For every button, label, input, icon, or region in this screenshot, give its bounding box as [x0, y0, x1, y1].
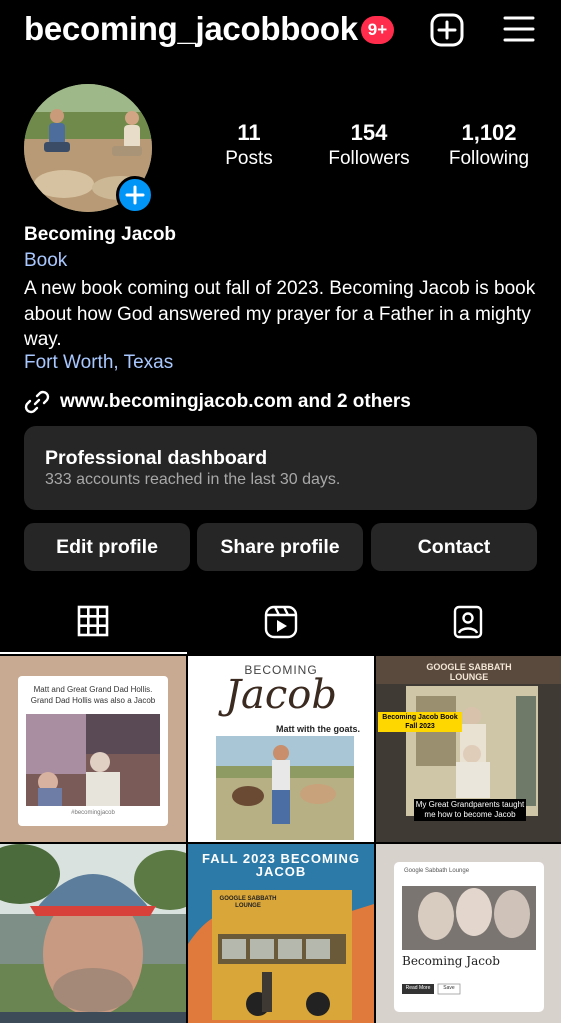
notification-badge[interactable]: 9+ [361, 16, 394, 44]
website-link-text: www.becomingjacob.com and 2 others [60, 391, 411, 412]
username-switcher[interactable]: becoming_jacobbook [24, 10, 358, 48]
category-label: Book [24, 250, 68, 271]
post-thumbnail-1[interactable]: Matt and Great Grand Dad Hollis. Grand D… [0, 656, 186, 842]
reels-icon [264, 605, 298, 639]
dashboard-subtitle: 333 accounts reached in the last 30 days… [45, 471, 341, 488]
bio-text: A new book coming out fall of 2023. Beco… [24, 278, 536, 350]
active-tab-indicator [0, 652, 187, 654]
professional-dashboard[interactable]: Professional dashboard 333 accounts reac… [24, 426, 537, 510]
post-thumbnail-4[interactable] [0, 844, 186, 1023]
post-6-btn2: Save [443, 985, 455, 991]
post-1-tag: #becomingjacob [71, 810, 115, 816]
post-6-title: Becoming Jacob [402, 954, 500, 968]
posts-grid: Matt and Great Grand Dad Hollis. Grand D… [0, 656, 561, 1023]
post-5-sub: GOOGLE SABBATH LOUNGE [219, 896, 277, 909]
add-story-button[interactable] [116, 176, 154, 214]
location-link[interactable]: Fort Worth, Texas [24, 352, 173, 374]
followers-value: 154 [350, 120, 388, 145]
post-thumbnail-2[interactable]: BECOMING Jacob Matt with the goats. [188, 656, 374, 842]
post-3-header: GOOGLE SABBATH LOUNGE [426, 662, 512, 682]
dashboard-title: Professional dashboard [45, 447, 268, 469]
post-5-title: FALL 2023 BECOMING JACOB [202, 851, 360, 879]
post-2-caption: Matt with the goats. [276, 724, 360, 734]
tagged-icon [453, 605, 483, 639]
tab-reels[interactable] [187, 598, 374, 654]
post-2-title-script: Jacob [225, 672, 337, 718]
following-label: Following [448, 148, 530, 169]
display-name: Becoming Jacob [24, 224, 177, 245]
tab-grid[interactable] [0, 598, 187, 654]
posts-value: 11 [237, 120, 261, 145]
posts-label: Posts [225, 148, 273, 169]
post-6-btn1: Read More [405, 985, 431, 991]
post-3-caption: My Great Grandparents taught me how to b… [414, 799, 526, 821]
grid-icon [77, 605, 109, 637]
contact-button[interactable]: Contact [371, 523, 537, 571]
following-count[interactable]: 1,102 Following [424, 120, 554, 171]
link-icon [24, 389, 50, 415]
post-thumbnail-5[interactable]: FALL 2023 BECOMING JACOB GOOGLE SABBATH … [188, 844, 374, 1023]
post-3-badge: Becoming Jacob Book Fall 2023 [378, 712, 462, 732]
top-bar: becoming_jacobbook 9+ [0, 0, 561, 64]
followers-count[interactable]: 154 Followers [304, 120, 434, 171]
tab-tagged[interactable] [374, 598, 561, 654]
edit-profile-button[interactable]: Edit profile [24, 523, 190, 571]
share-profile-button[interactable]: Share profile [197, 523, 363, 571]
website-link[interactable]: www.becomingjacob.com and 2 others [24, 388, 411, 416]
plus-square-icon[interactable] [430, 13, 464, 47]
post-thumbnail-3[interactable]: GOOGLE SABBATH LOUNGE Becoming Jacob Boo… [376, 656, 561, 842]
post-6-top: Google Sabbath Lounge [404, 868, 470, 874]
following-value: 1,102 [461, 120, 517, 145]
followers-label: Followers [328, 148, 410, 169]
post-thumbnail-6[interactable]: Google Sabbath Lounge Becoming Jacob Rea… [376, 844, 561, 1023]
hamburger-menu-icon[interactable] [503, 15, 535, 43]
post-1-caption: Matt and Great Grand Dad Hollis. Grand D… [30, 685, 156, 705]
posts-count[interactable]: 11 Posts [184, 120, 314, 171]
